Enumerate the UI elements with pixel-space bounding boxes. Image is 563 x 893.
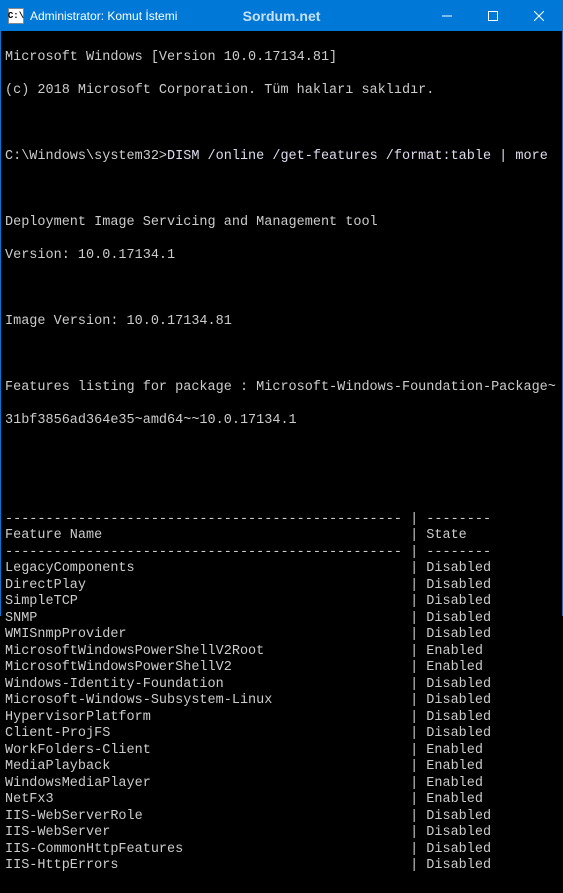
table-row: MediaPlayback | Enabled	[5, 759, 558, 776]
table-row: HypervisorPlatform | Disabled	[5, 710, 558, 727]
watermark: Sordum.net	[243, 8, 321, 24]
cmd-icon: C:\	[8, 8, 24, 24]
dism-tool-line: Deployment Image Servicing and Managemen…	[5, 215, 558, 232]
table-row: IIS-WebServerRole | Disabled	[5, 809, 558, 826]
table-row: DirectPlay | Disabled	[5, 578, 558, 595]
maximize-button[interactable]	[470, 1, 516, 31]
table-row: LegacyComponents | Disabled	[5, 561, 558, 578]
table-row: MicrosoftWindowsPowerShellV2 | Enabled	[5, 660, 558, 677]
console-output[interactable]: Microsoft Windows [Version 10.0.17134.81…	[1, 31, 562, 893]
features-table: ----------------------------------------…	[5, 512, 558, 875]
table-row: NetFx3 | Enabled	[5, 792, 558, 809]
table-row: IIS-HttpErrors | Disabled	[5, 858, 558, 875]
minimize-button[interactable]	[424, 1, 470, 31]
blank-line	[5, 182, 558, 199]
blank-line	[5, 347, 558, 364]
window-controls	[424, 1, 562, 31]
blank-line	[5, 479, 558, 496]
os-version-line: Microsoft Windows [Version 10.0.17134.81…	[5, 50, 558, 67]
blank-line	[5, 116, 558, 133]
dism-version-line: Version: 10.0.17134.1	[5, 248, 558, 265]
table-header: Feature Name | State	[5, 528, 558, 545]
image-version-line: Image Version: 10.0.17134.81	[5, 314, 558, 331]
table-row: Client-ProjFS | Disabled	[5, 726, 558, 743]
blank-line	[5, 281, 558, 298]
close-button[interactable]	[516, 1, 562, 31]
table-separator: ----------------------------------------…	[5, 512, 558, 529]
prompt-path: C:\Windows\system32>	[5, 149, 167, 164]
window-title: Administrator: Komut İstemi	[30, 9, 177, 23]
prompt-command: DISM /online /get-features /format:table…	[167, 149, 548, 164]
table-row: SimpleTCP | Disabled	[5, 594, 558, 611]
table-row: Microsoft-Windows-Subsystem-Linux | Disa…	[5, 693, 558, 710]
features-header-line: Features listing for package : Microsoft…	[5, 380, 558, 397]
maximize-icon	[488, 11, 498, 21]
close-icon	[534, 11, 544, 21]
table-row: MicrosoftWindowsPowerShellV2Root | Enabl…	[5, 644, 558, 661]
titlebar: C:\ Administrator: Komut İstemi Sordum.n…	[1, 1, 562, 31]
table-row: IIS-CommonHttpFeatures | Disabled	[5, 842, 558, 859]
table-row: WindowsMediaPlayer | Enabled	[5, 776, 558, 793]
blank-line	[5, 446, 558, 463]
table-row: SNMP | Disabled	[5, 611, 558, 628]
copyright-line: (c) 2018 Microsoft Corporation. Tüm hakl…	[5, 83, 558, 100]
prompt-line: C:\Windows\system32>DISM /online /get-fe…	[5, 149, 558, 166]
minimize-icon	[442, 11, 452, 21]
features-package-line: 31bf3856ad364e35~amd64~~10.0.17134.1	[5, 413, 558, 430]
table-row: WMISnmpProvider | Disabled	[5, 627, 558, 644]
table-separator: ----------------------------------------…	[5, 545, 558, 562]
table-row: IIS-WebServer | Disabled	[5, 825, 558, 842]
table-row: Windows-Identity-Foundation | Disabled	[5, 677, 558, 694]
table-row: WorkFolders-Client | Enabled	[5, 743, 558, 760]
